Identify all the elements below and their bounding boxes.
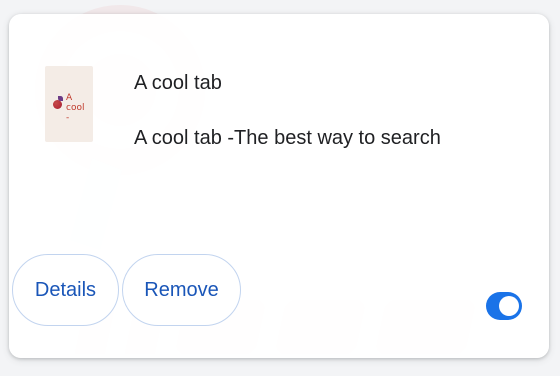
extension-icon: A cool - <box>45 66 93 142</box>
toggle-knob <box>499 296 519 316</box>
page: A cool - A cool tab A cool tab -The best… <box>0 0 560 376</box>
extension-description: A cool tab -The best way to search <box>134 127 441 149</box>
enable-toggle[interactable] <box>486 292 522 320</box>
berry-icon <box>53 100 62 109</box>
extension-logo-text: A cool - <box>66 93 85 123</box>
remove-button[interactable]: Remove <box>122 254 241 326</box>
leaf-icon <box>58 96 63 101</box>
details-button[interactable]: Details <box>12 254 119 326</box>
extension-name: A cool tab <box>134 72 222 94</box>
